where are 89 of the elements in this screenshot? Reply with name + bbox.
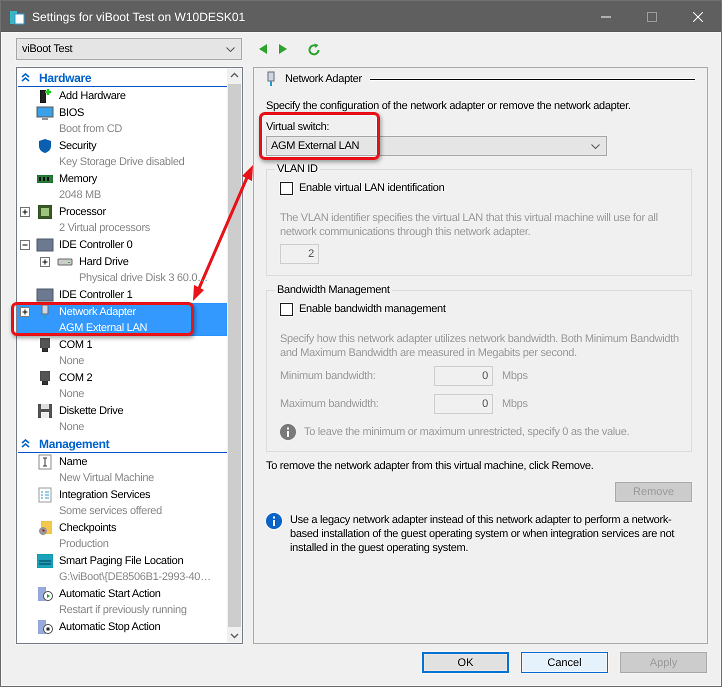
folder-clock-icon: [37, 520, 53, 536]
tree-item[interactable]: Checkpoints Production: [17, 519, 227, 552]
item-detail: Some services offered: [59, 505, 162, 517]
info-icon: [266, 513, 282, 529]
item-detail: AGM External LAN: [59, 322, 148, 334]
field-label: Minimum bandwidth:: [280, 370, 376, 382]
tree-item[interactable]: IDE Controller 0: [17, 236, 227, 253]
tree-item[interactable]: Diskette Drive None: [17, 402, 227, 435]
item-detail: 2048 MB: [59, 189, 101, 201]
section-header[interactable]: Management: [18, 435, 227, 453]
collapse-icon[interactable]: [20, 240, 30, 250]
note-text: To leave the minimum or maximum unrestricted, specify 0 as the value.: [304, 425, 630, 439]
item-detail: Production: [59, 538, 109, 550]
bandwidth-field[interactable]: 0: [434, 394, 493, 414]
section-header[interactable]: Hardware: [18, 69, 227, 87]
group-title: Bandwidth Management: [276, 283, 391, 297]
processor-icon: [37, 204, 53, 220]
tree-item[interactable]: Name New Virtual Machine: [17, 453, 227, 486]
dialog-button[interactable]: Cancel: [521, 652, 608, 673]
memory-chip-icon: [36, 172, 54, 184]
checklist-icon: [38, 486, 52, 502]
expand-icon[interactable]: [20, 306, 30, 316]
item-detail: None: [59, 388, 84, 400]
item-detail: 2 Virtual processors: [59, 222, 150, 234]
remove-text: To remove the network adapter from this virtual machine, click Remove.: [266, 459, 594, 473]
virtual-switch-dropdown[interactable]: AGM External LAN: [266, 136, 607, 156]
group-title: VLAN ID: [276, 162, 319, 176]
item-detail: None: [59, 421, 84, 433]
tree-item[interactable]: Smart Paging File Location G:\viBoot\{DE8506B1-2993-40…: [17, 552, 227, 585]
checkbox[interactable]: Enable virtual LAN identification: [280, 181, 679, 195]
chevron-down-icon: [591, 144, 600, 148]
expand-icon[interactable]: [20, 206, 30, 216]
serial-port-icon: [39, 370, 51, 386]
tree-item[interactable]: BIOS Boot from CD: [17, 104, 227, 137]
tree-item[interactable]: Processor 2 Virtual processors: [17, 203, 227, 236]
expand-icon[interactable]: [40, 256, 50, 266]
server-stop-icon: [37, 618, 53, 634]
item-detail: Restart if previously running: [59, 604, 187, 616]
field-label: Virtual switch:: [266, 120, 330, 134]
help-text: The VLAN identifier specifies the virtual LAN that this virtual machine will use for all network communications through this network adapter.: [280, 211, 659, 239]
memory-grid-icon: [36, 552, 54, 568]
info-text: Use a legacy network adapter instead of this network adapter to perform a network-based installation of the guest operating system or when integration services are not installed in the guest operating system.: [290, 513, 676, 555]
back-button[interactable]: [258, 43, 268, 55]
close-icon: [693, 12, 703, 22]
tree-item[interactable]: Memory 2048 MB: [17, 170, 227, 203]
server-play-icon: [37, 586, 53, 602]
info-icon: [280, 424, 296, 440]
hard-drive-icon: [57, 256, 73, 266]
tree-item[interactable]: Automatic Stop Action: [17, 618, 227, 635]
description-text: Specify the configuration of the network adapter or remove the network adapter.: [266, 99, 632, 113]
panel-title: Network Adapter: [285, 73, 362, 85]
tree-item[interactable]: Add Hardware: [17, 87, 227, 104]
checkbox[interactable]: Enable bandwidth management: [280, 302, 679, 316]
monitor-icon: [36, 104, 54, 120]
chevron-down-icon: [226, 46, 235, 52]
maximize-icon: [647, 12, 657, 22]
item-detail: None: [59, 355, 84, 367]
tree-item[interactable]: COM 1 None: [17, 336, 227, 369]
tree-item[interactable]: Automatic Start Action Restart if previously running: [17, 585, 227, 618]
scroll-thumb[interactable]: [228, 84, 241, 627]
item-detail: Key Storage Drive disabled: [59, 156, 184, 168]
controller-icon: [36, 288, 54, 302]
forward-button[interactable]: [278, 43, 288, 55]
field-label: Maximum bandwidth:: [280, 398, 380, 410]
network-plug-icon: [266, 71, 276, 87]
bandwidth-field[interactable]: 0: [434, 366, 493, 386]
shield-icon: [37, 138, 53, 154]
unit-label: Mbps: [502, 398, 528, 410]
tree-item[interactable]: Integration Services Some services offered: [17, 486, 227, 519]
item-detail: G:\viBoot\{DE8506B1-2993-40…: [59, 571, 211, 583]
network-plug-icon: [40, 304, 50, 320]
tree-item[interactable]: COM 2 None: [17, 369, 227, 402]
hardware-add-icon: [37, 88, 53, 104]
tree-item[interactable]: Security Key Storage Drive disabled: [17, 137, 227, 170]
tree-item[interactable]: IDE Controller 1: [17, 286, 227, 303]
controller-icon: [36, 238, 54, 252]
refresh-button[interactable]: [308, 42, 320, 56]
help-text: Specify how this network adapter utilizes network bandwidth. Both Minimum Bandwidth and Maximum Bandwidth are measured in Megabits per second.: [280, 332, 679, 360]
settings-app-icon: [9, 8, 25, 24]
dialog-button[interactable]: OK: [422, 652, 509, 673]
serial-port-icon: [39, 336, 51, 352]
item-detail: New Virtual Machine: [59, 472, 154, 484]
scrollbar[interactable]: [227, 68, 242, 643]
item-detail: Boot from CD: [59, 123, 122, 135]
unit-label: Mbps: [502, 370, 528, 382]
vm-dropdown[interactable]: viBoot Test: [16, 38, 242, 60]
window-title: Settings for viBoot Test on W10DESK01: [32, 10, 246, 24]
vlan-id-field[interactable]: 2: [280, 244, 319, 264]
text-cursor-icon: [38, 454, 52, 470]
